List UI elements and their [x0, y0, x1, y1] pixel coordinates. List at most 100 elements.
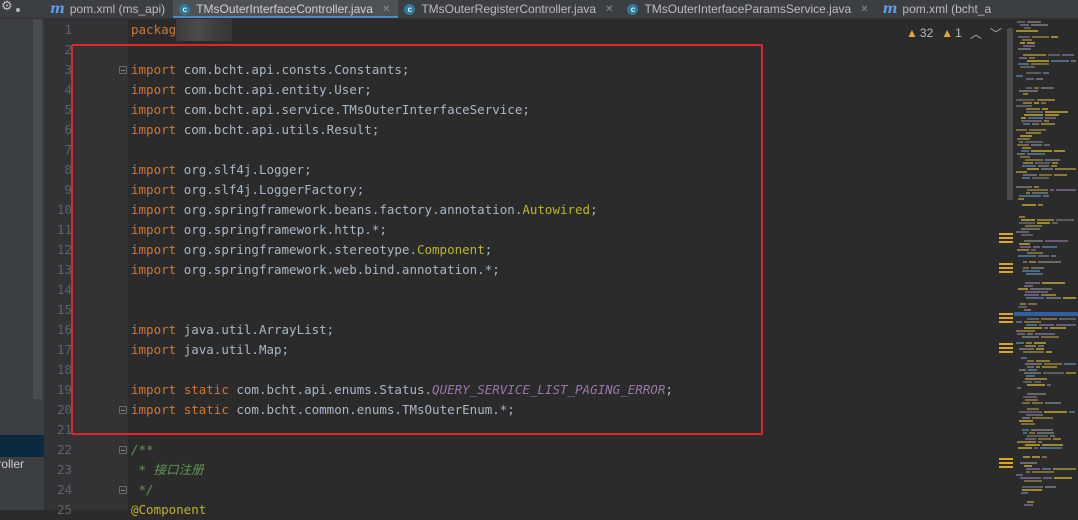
minimap-line — [1016, 321, 1022, 323]
minimap-line — [1069, 411, 1075, 413]
line-number: 2 — [64, 42, 72, 57]
minimap-line — [1025, 159, 1043, 161]
minimap-line — [1017, 387, 1021, 389]
minimap-line — [1020, 135, 1032, 137]
inspection-widget[interactable]: ▲ 32 ▲ 1 ︿ ﹀ — [906, 25, 1002, 41]
fold-comment-icon[interactable] — [119, 446, 127, 454]
minimap-line — [1020, 66, 1035, 68]
minimap-line — [1045, 486, 1056, 488]
minimap-line — [1024, 240, 1043, 242]
minimap-line — [1027, 384, 1045, 386]
editor-tab-1[interactable]: m pom.xml (ms_api) — [44, 0, 173, 18]
minimap-line — [1034, 381, 1041, 383]
editor-tab-5[interactable]: m pom.xml (bcht_a — [877, 0, 1000, 18]
warning-stripe-mark[interactable] — [999, 233, 1013, 245]
project-tree-selected-row[interactable] — [0, 435, 44, 457]
minimap-line — [1038, 204, 1043, 206]
previous-highlight-chevron-up-icon[interactable]: ︿ — [970, 25, 982, 42]
minimap-line — [1020, 156, 1030, 158]
minimap-line — [1023, 45, 1035, 47]
minimap-line — [1020, 462, 1037, 464]
minimap-line — [1035, 162, 1050, 164]
close-tab-icon[interactable]: ✕ — [860, 4, 868, 15]
minimap-line — [1047, 384, 1051, 386]
minimap-line — [1018, 198, 1024, 200]
minimap-line — [1029, 129, 1046, 131]
warning-stripe-mark[interactable] — [999, 313, 1013, 325]
minimap-line — [1050, 327, 1066, 329]
fold-comment-end-icon[interactable] — [119, 486, 127, 494]
minimap-line — [1041, 87, 1054, 89]
minimap-line — [1026, 414, 1043, 416]
minimap-line — [1016, 30, 1038, 32]
minimap-line — [1041, 123, 1055, 125]
minimap-line — [1037, 222, 1050, 224]
line-number: 20 — [56, 402, 72, 417]
minimap-line — [1025, 438, 1036, 440]
minimap-line — [1027, 360, 1034, 362]
minimap-line — [1042, 246, 1057, 248]
minimap-line — [1064, 363, 1076, 365]
minimap-line — [1019, 411, 1042, 413]
next-highlight-chevron-down-icon[interactable]: ﹀ — [990, 25, 1002, 42]
warning-triangle-icon: ▲ — [906, 26, 918, 40]
minimap-line — [1026, 471, 1030, 473]
close-tab-icon[interactable]: ✕ — [605, 4, 613, 15]
minimap-line — [1043, 72, 1049, 74]
project-panel-scrollbar[interactable] — [33, 19, 42, 399]
editor-tab-4[interactable]: c TMsOuterInterfaceParamsService.java ✕ — [621, 0, 876, 18]
minimap-line — [1016, 75, 1023, 77]
minimap-line — [1048, 54, 1060, 56]
minimap-line — [1024, 465, 1032, 467]
editor-tab-3[interactable]: c TMsOuterRegisterController.java ✕ — [398, 0, 621, 18]
code-minimap[interactable] — [1014, 19, 1078, 510]
warning-stripe-mark[interactable] — [999, 343, 1013, 355]
minimap-line — [1038, 438, 1051, 440]
editor-tab-2[interactable]: c TMsOuterInterfaceController.java ✕ — [173, 0, 399, 18]
minimap-line — [1016, 105, 1032, 107]
minimap-line — [1025, 141, 1043, 143]
minimap-line — [1016, 231, 1029, 233]
minimap-line — [1032, 36, 1049, 38]
minimap-line — [1043, 195, 1049, 197]
minimap-line — [1019, 243, 1030, 245]
code-line-24: */ — [131, 482, 154, 497]
minimap-line — [1026, 468, 1040, 470]
line-number: 9 — [64, 182, 72, 197]
minimap-line — [1041, 336, 1059, 338]
editor-tab-bar: ⚙ m pom.xml (ms_api) c TMsOuterInterfaceCon… — [0, 0, 1078, 19]
warning-stripe-mark[interactable] — [999, 263, 1013, 275]
minimap-line — [1020, 303, 1026, 305]
minimap-line — [1066, 372, 1076, 374]
minimap-line — [1023, 381, 1032, 383]
minimap-line — [1020, 24, 1029, 26]
minimap-line — [1031, 249, 1036, 251]
minimap-line — [1041, 102, 1046, 104]
minimap-line — [1019, 216, 1025, 218]
minimap-line — [1026, 72, 1041, 74]
code-line-25: @Component — [131, 502, 207, 517]
minimap-line — [1036, 78, 1043, 80]
project-tree-item-label[interactable]: troller — [0, 457, 44, 475]
minimap-line — [1055, 168, 1076, 170]
minimap-line — [1016, 171, 1027, 173]
minimap-line — [1021, 234, 1033, 236]
minimap-line — [1051, 36, 1058, 38]
minimap-line — [1019, 369, 1026, 371]
editor-scrollbar-thumb[interactable] — [1007, 28, 1013, 200]
minimap-line — [1051, 60, 1069, 62]
minimap-line — [1046, 297, 1061, 299]
minimap-line — [1027, 318, 1039, 320]
close-tab-icon[interactable]: ✕ — [382, 4, 390, 15]
minimap-line — [1018, 63, 1029, 65]
minimap-line — [1026, 324, 1037, 326]
warning-stripe-mark[interactable] — [999, 458, 1013, 470]
java-class-icon: c — [179, 3, 191, 15]
minimap-line — [1020, 246, 1031, 248]
minimap-line — [1056, 219, 1074, 221]
line-number: 24 — [56, 482, 72, 497]
settings-gear-icon[interactable]: ⚙ — [0, 0, 24, 18]
line-number: 18 — [56, 362, 72, 377]
minimap-line — [1026, 132, 1041, 134]
redacted-blur — [176, 19, 232, 41]
